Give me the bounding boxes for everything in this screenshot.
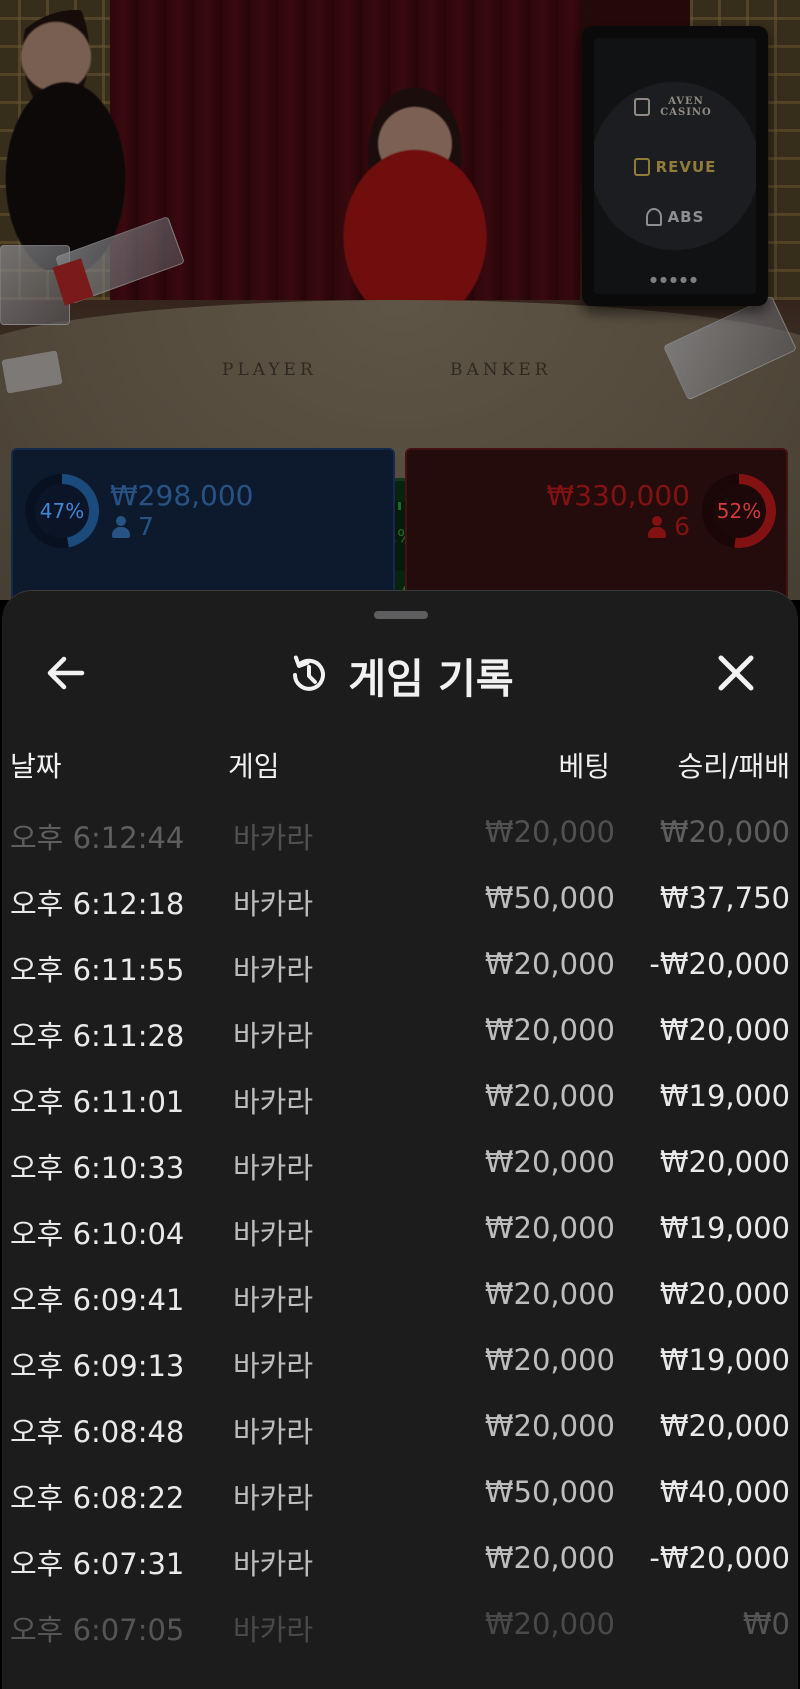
sheet-header: 게임 기록: [2, 631, 798, 717]
row-game: 바카라: [233, 1151, 314, 1185]
row-game: 바카라: [233, 1019, 314, 1053]
row-bet: ₩20,000: [484, 1013, 615, 1047]
table-row[interactable]: 오후 6:12:18 바카라 ₩50,000 ₩37,750: [2, 881, 798, 941]
row-time: 오후 6:10:33: [10, 1151, 185, 1185]
row-result: ₩0: [742, 1607, 790, 1641]
row-game: 바카라: [233, 1415, 314, 1449]
row-bet: ₩50,000: [484, 1475, 615, 1509]
banker-percentage: 52%: [716, 499, 762, 523]
row-time: 오후 6:11:01: [10, 1085, 185, 1119]
game-history-sheet: 게임 기록 날짜 게임 베팅 승리/패배 오후 6:12:44 바카라 ₩20,00…: [2, 590, 798, 1689]
row-time: 오후 6:11:28: [10, 1019, 185, 1053]
player-percentage: 47%: [39, 499, 85, 523]
row-game: 바카라: [233, 1217, 314, 1251]
table-row[interactable]: 오후 6:12:44 바카라 ₩20,000 ₩20,000: [2, 815, 798, 875]
table-row[interactable]: 오후 6:11:01 바카라 ₩20,000 ₩19,000: [2, 1079, 798, 1139]
row-game: 바카라: [233, 1547, 314, 1581]
row-time: 오후 6:12:44: [10, 821, 185, 855]
column-header-game: 게임: [228, 750, 280, 783]
close-button[interactable]: [712, 649, 760, 697]
row-bet: ₩20,000: [484, 1541, 615, 1575]
row-result: ₩20,000: [659, 1145, 790, 1179]
sheet-title-group: 게임 기록: [2, 645, 798, 705]
row-game: 바카라: [233, 821, 314, 855]
row-game: 바카라: [233, 887, 314, 921]
sheet-title: 게임 기록: [348, 655, 514, 703]
row-time: 오후 6:08:22: [10, 1481, 185, 1515]
table-row[interactable]: 오후 6:09:13 바카라 ₩20,000 ₩19,000: [2, 1343, 798, 1403]
row-time: 오후 6:10:04: [10, 1217, 185, 1251]
row-bet: ₩20,000: [484, 1079, 615, 1113]
row-result: ₩19,000: [659, 1343, 790, 1377]
row-bet: ₩20,000: [484, 1145, 615, 1179]
table-row[interactable]: 오후 6:10:04 바카라 ₩20,000 ₩19,000: [2, 1211, 798, 1271]
row-result: ₩19,000: [659, 1079, 790, 1113]
table-row[interactable]: 오후 6:11:28 바카라 ₩20,000 ₩20,000: [2, 1013, 798, 1073]
table-row[interactable]: 오후 6:07:31 바카라 ₩20,000 -₩20,000: [2, 1541, 798, 1601]
row-time: 오후 6:12:18: [10, 887, 185, 921]
row-game: 바카라: [233, 953, 314, 987]
row-game: 바카라: [233, 1085, 314, 1119]
column-header-bet: 베팅: [558, 750, 610, 783]
table-row[interactable]: 오후 6:11:55 바카라 ₩20,000 -₩20,000: [2, 947, 798, 1007]
row-result: ₩37,750: [659, 881, 790, 915]
live-video-feed: PLAYER BANKER AVEN CASINO REVUE ABS ●●●●…: [0, 0, 800, 600]
row-time: 오후 6:11:55: [10, 953, 185, 987]
sheet-drag-handle[interactable]: [374, 611, 428, 619]
row-bet: ₩50,000: [484, 881, 615, 915]
row-bet: ₩20,000: [484, 947, 615, 981]
history-icon: [293, 655, 326, 691]
row-result: -₩20,000: [649, 1541, 790, 1575]
column-header-date: 날짜: [10, 750, 62, 783]
table-row[interactable]: 오후 6:08:48 바카라 ₩20,000 ₩20,000: [2, 1409, 798, 1469]
table-row[interactable]: 오후 6:07:05 바카라 ₩20,000 ₩0: [2, 1607, 798, 1667]
close-icon: [718, 655, 754, 691]
row-time: 오후 6:09:13: [10, 1349, 185, 1383]
row-time: 오후 6:07:05: [10, 1613, 185, 1647]
row-game: 바카라: [233, 1613, 314, 1647]
row-time: 오후 6:07:31: [10, 1547, 185, 1581]
row-result: ₩20,000: [659, 1013, 790, 1047]
row-result: ₩20,000: [659, 815, 790, 849]
row-game: 바카라: [233, 1481, 314, 1515]
row-result: -₩20,000: [649, 947, 790, 981]
row-result: ₩40,000: [659, 1475, 790, 1509]
row-bet: ₩20,000: [484, 1409, 615, 1443]
row-result: ₩20,000: [659, 1277, 790, 1311]
row-result: ₩19,000: [659, 1211, 790, 1245]
row-time: 오후 6:09:41: [10, 1283, 185, 1317]
row-bet: ₩20,000: [484, 1607, 615, 1641]
column-header-result: 승리/패배: [677, 750, 790, 783]
row-bet: ₩20,000: [484, 1343, 615, 1377]
modal-overlay[interactable]: [0, 0, 800, 600]
row-time: 오후 6:08:48: [10, 1415, 185, 1449]
row-bet: ₩20,000: [484, 1277, 615, 1311]
row-result: ₩20,000: [659, 1409, 790, 1443]
table-row[interactable]: 오후 6:09:41 바카라 ₩20,000 ₩20,000: [2, 1277, 798, 1337]
row-bet: ₩20,000: [484, 1211, 615, 1245]
row-game: 바카라: [233, 1283, 314, 1317]
table-row[interactable]: 오후 6:10:33 바카라 ₩20,000 ₩20,000: [2, 1145, 798, 1205]
table-row[interactable]: 오후 6:08:22 바카라 ₩50,000 ₩40,000: [2, 1475, 798, 1535]
row-game: 바카라: [233, 1349, 314, 1383]
row-bet: ₩20,000: [484, 815, 615, 849]
